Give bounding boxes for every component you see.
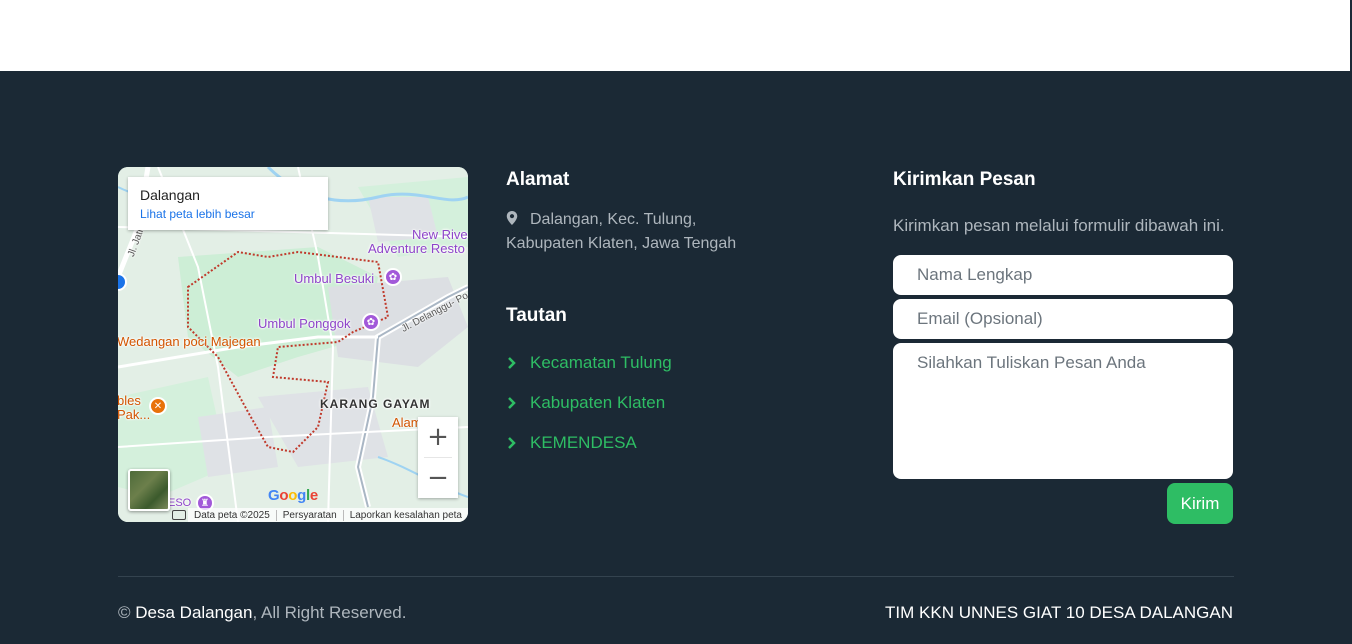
link-label[interactable]: Kabupaten Klaten bbox=[530, 393, 665, 413]
keyboard-shortcuts-icon[interactable] bbox=[172, 510, 186, 520]
map-label-karang-gayam: KARANG GAYAM bbox=[320, 397, 431, 411]
link-kemendesa[interactable]: KEMENDESA bbox=[506, 423, 672, 463]
link-kabupaten-klaten[interactable]: Kabupaten Klaten bbox=[506, 383, 672, 423]
map-label-bles: bles bbox=[118, 393, 141, 408]
map-label-pak: Pak... bbox=[118, 407, 151, 422]
map-label-umbul-besuki[interactable]: Umbul Besuki bbox=[294, 271, 374, 286]
team-credit: TIM KKN UNNES GIAT 10 DESA DALANGAN bbox=[885, 603, 1233, 622]
contact-heading: Kirimkan Pesan bbox=[893, 169, 1036, 190]
map-place-name: Dalangan bbox=[140, 187, 200, 203]
address-heading: Alamat bbox=[506, 169, 570, 190]
name-input[interactable]: Nama Lengkap bbox=[893, 255, 1233, 295]
attraction-pin-icon[interactable]: ✿ bbox=[384, 268, 402, 286]
restaurant-pin-icon[interactable]: ✕ bbox=[149, 397, 167, 415]
zoom-out-button[interactable]: − bbox=[418, 458, 458, 498]
links-heading: Tautan bbox=[506, 305, 567, 326]
site-footer: New Rive Adventure Resto Umbul Besuki ✿ … bbox=[0, 71, 1352, 644]
google-logo: Google bbox=[268, 487, 318, 504]
map-report-error-link[interactable]: Laporkan kesalahan peta bbox=[344, 510, 468, 521]
map-label-wedangan[interactable]: Wedangan poci Majegan bbox=[118, 334, 261, 349]
address-text: Dalangan, Kec. Tulung, Kabupaten Klaten,… bbox=[506, 211, 737, 252]
map-info-card: Dalangan Lihat peta lebih besar bbox=[128, 177, 328, 230]
map-label-adventure: Adventure Resto bbox=[368, 241, 465, 256]
site-name-link[interactable]: Desa Dalangan bbox=[135, 603, 252, 622]
map-zoom-control: + − bbox=[418, 417, 458, 498]
map-data-credit: Data peta ©2025 bbox=[188, 509, 277, 521]
footer-divider bbox=[118, 576, 1234, 577]
page-top-area bbox=[0, 0, 1352, 71]
chevron-right-icon bbox=[508, 357, 516, 369]
link-kecamatan-tulung[interactable]: Kecamatan Tulung bbox=[506, 343, 672, 383]
email-input[interactable]: Email (Opsional) bbox=[893, 299, 1233, 339]
link-label[interactable]: Kecamatan Tulung bbox=[530, 353, 672, 373]
map-terms-link[interactable]: Persyaratan bbox=[277, 509, 344, 521]
map-attribution: Data peta ©2025 Persyaratan Laporkan kes… bbox=[188, 508, 468, 522]
satellite-toggle-thumbnail[interactable] bbox=[128, 469, 170, 511]
attraction-pin-icon[interactable]: ✿ bbox=[362, 313, 380, 331]
contact-description: Kirimkan pesan melalui formulir dibawah … bbox=[893, 216, 1225, 235]
chevron-right-icon bbox=[508, 437, 516, 449]
rights-text: , All Right Reserved. bbox=[252, 603, 407, 622]
link-label[interactable]: KEMENDESA bbox=[530, 433, 637, 453]
copyright-text: © Desa Dalangan, All Right Reserved. bbox=[118, 603, 406, 623]
view-larger-map-link[interactable]: Lihat peta lebih besar bbox=[140, 207, 316, 221]
chevron-right-icon bbox=[508, 397, 516, 409]
footer-links: Kecamatan Tulung Kabupaten Klaten KEMEND… bbox=[506, 343, 672, 463]
map-marker-icon bbox=[506, 211, 518, 225]
address-block: Dalangan, Kec. Tulung, Kabupaten Klaten,… bbox=[506, 208, 766, 256]
embedded-map[interactable]: New Rive Adventure Resto Umbul Besuki ✿ … bbox=[118, 167, 468, 522]
message-textarea[interactable]: Silahkan Tuliskan Pesan Anda bbox=[893, 343, 1233, 479]
zoom-in-button[interactable]: + bbox=[418, 417, 458, 457]
map-label-new-river: New Rive bbox=[412, 227, 468, 242]
map-label-umbul-ponggok[interactable]: Umbul Ponggok bbox=[258, 316, 351, 331]
copyright-symbol: © bbox=[118, 603, 131, 622]
send-button[interactable]: Kirim bbox=[1167, 483, 1233, 524]
